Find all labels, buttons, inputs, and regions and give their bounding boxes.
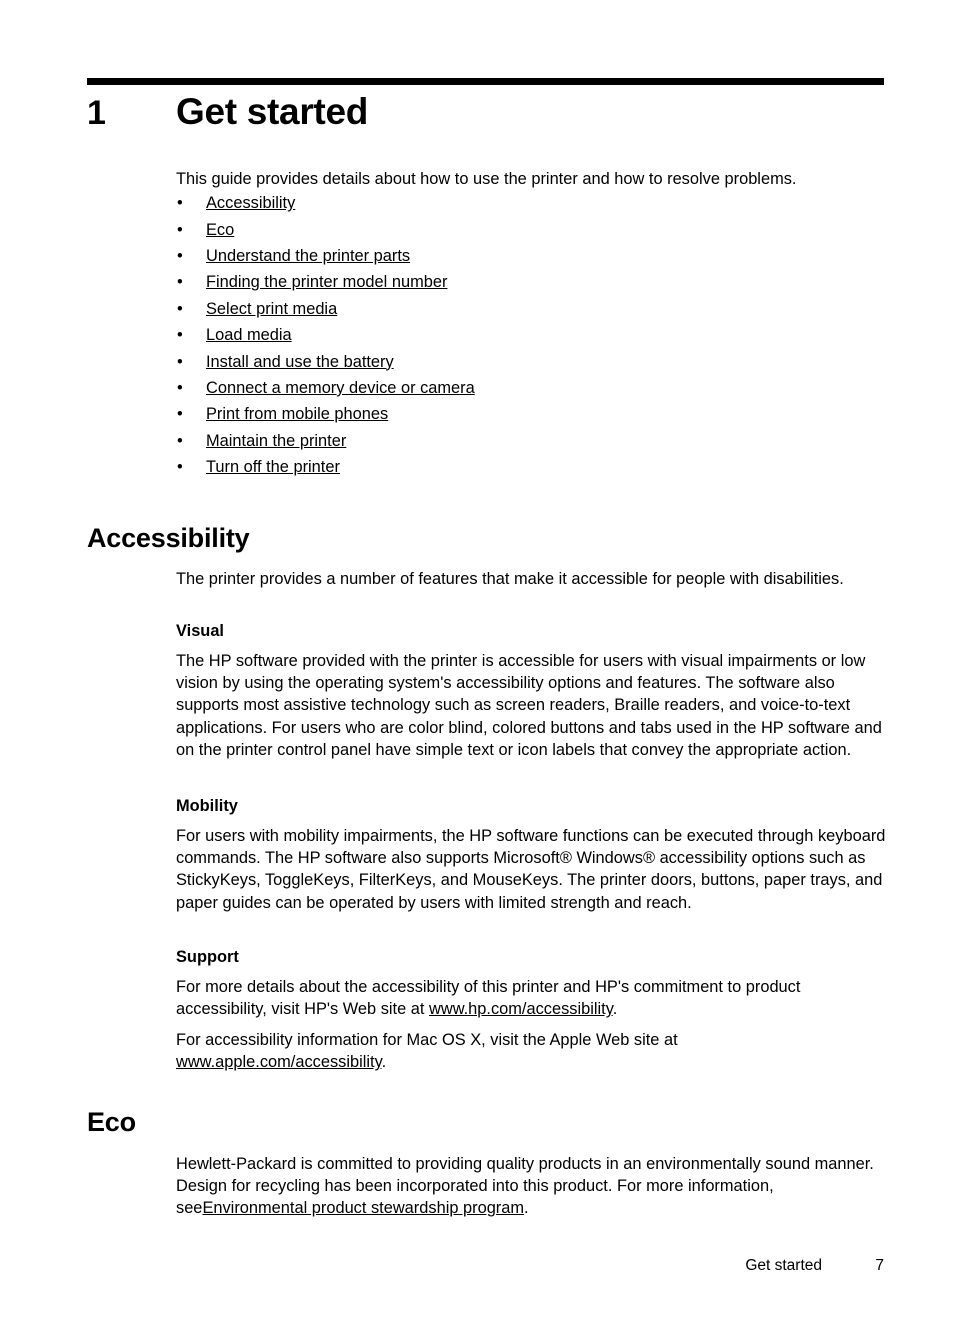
toc-link-connect-memory-device-or-camera[interactable]: Connect a memory device or camera <box>206 379 475 397</box>
support-paragraph-1: For more details about the accessibility… <box>176 976 886 1020</box>
chapter-rule <box>87 78 884 85</box>
list-item[interactable]: • Load media <box>176 322 886 348</box>
support-para1-text-after: . <box>612 1000 618 1019</box>
list-item[interactable]: • Eco <box>176 217 886 243</box>
toc-link-print-from-mobile-phones[interactable]: Print from mobile phones <box>206 405 388 423</box>
accessibility-mobility-paragraph: For users with mobility impairments, the… <box>176 825 886 914</box>
footer-chapter-label: Get started <box>745 1257 822 1274</box>
eco-text: Hewlett-Packard is committed to providin… <box>176 1153 886 1220</box>
bullet-icon: • <box>177 273 183 292</box>
accessibility-support-block: Support <box>176 946 886 968</box>
accessibility-mobility-block: Mobility <box>176 795 886 817</box>
chapter-number: 1 <box>87 94 106 132</box>
eco-paragraph: Hewlett-Packard is committed to providin… <box>176 1153 886 1220</box>
bullet-icon: • <box>177 194 183 213</box>
subheading-support: Support <box>176 948 239 966</box>
accessibility-intro-text: The printer provides a number of feature… <box>176 570 844 588</box>
chapter-intro-text: This guide provides details about how to… <box>176 170 797 188</box>
list-item[interactable]: • Connect a memory device or camera <box>176 375 886 401</box>
document-page: 1 Get started This guide provides detail… <box>0 0 954 1321</box>
subheading-visual: Visual <box>176 622 224 640</box>
page-title: Get started <box>176 91 369 132</box>
support-para2-text-before: For accessibility information for Mac OS… <box>176 1031 678 1049</box>
list-item[interactable]: • Select print media <box>176 296 886 322</box>
accessibility-mobility-text: For users with mobility impairments, the… <box>176 827 886 912</box>
link-hp-accessibility[interactable]: www.hp.com/accessibility <box>429 1000 613 1018</box>
support-para2-text-after: . <box>381 1053 387 1072</box>
bullet-icon: • <box>177 405 183 424</box>
toc-link-understand-printer-parts[interactable]: Understand the printer parts <box>206 247 410 265</box>
bullet-icon: • <box>177 299 183 318</box>
list-item[interactable]: • Print from mobile phones <box>176 401 886 427</box>
chapter-intro-block: This guide provides details about how to… <box>176 168 886 481</box>
toc-link-accessibility[interactable]: Accessibility <box>206 194 295 212</box>
chapter-contents-list: • Accessibility • Eco • Understand the p… <box>176 190 886 480</box>
list-item[interactable]: • Finding the printer model number <box>176 269 886 295</box>
link-environmental-product-stewardship-program[interactable]: Environmental product stewardship progra… <box>202 1199 524 1217</box>
footer-page-number: 7 <box>875 1257 884 1274</box>
link-apple-accessibility[interactable]: www.apple.com/accessibility <box>176 1053 382 1071</box>
bullet-icon: • <box>177 352 183 371</box>
toc-link-finding-printer-model-number[interactable]: Finding the printer model number <box>206 273 447 291</box>
toc-link-select-print-media[interactable]: Select print media <box>206 300 337 318</box>
bullet-icon: • <box>177 326 183 345</box>
accessibility-visual-block: Visual <box>176 620 886 642</box>
toc-link-maintain-the-printer[interactable]: Maintain the printer <box>206 432 346 450</box>
list-item[interactable]: • Understand the printer parts <box>176 243 886 269</box>
toc-link-load-media[interactable]: Load media <box>206 326 292 344</box>
page-footer: Get started 7 <box>87 1255 884 1277</box>
toc-link-turn-off-the-printer[interactable]: Turn off the printer <box>206 458 340 476</box>
accessibility-visual-text: The HP software provided with the printe… <box>176 652 882 759</box>
eco-text-after: . <box>524 1199 529 1218</box>
accessibility-support-paragraph-2: For accessibility information for Mac OS… <box>176 1029 886 1073</box>
list-item[interactable]: • Turn off the printer <box>176 454 886 480</box>
accessibility-visual-paragraph: The HP software provided with the printe… <box>176 650 886 761</box>
toc-link-install-and-use-the-battery[interactable]: Install and use the battery <box>206 353 394 371</box>
bullet-icon: • <box>177 378 183 397</box>
list-item[interactable]: • Maintain the printer <box>176 428 886 454</box>
bullet-icon: • <box>177 220 183 239</box>
list-item[interactable]: • Accessibility <box>176 190 886 216</box>
section-heading-accessibility: Accessibility <box>87 523 250 553</box>
bullet-icon: • <box>177 431 183 450</box>
list-item[interactable]: • Install and use the battery <box>176 349 886 375</box>
subheading-mobility: Mobility <box>176 797 238 815</box>
section-heading-eco: Eco <box>87 1107 136 1137</box>
support-paragraph-2: For accessibility information for Mac OS… <box>176 1029 886 1073</box>
bullet-icon: • <box>177 246 183 265</box>
accessibility-support-paragraph-1: For more details about the accessibility… <box>176 976 886 1020</box>
chapter-header: 1 Get started <box>87 90 887 135</box>
toc-link-eco[interactable]: Eco <box>206 221 234 239</box>
accessibility-intro-paragraph: The printer provides a number of feature… <box>176 568 886 590</box>
bullet-icon: • <box>177 458 183 477</box>
